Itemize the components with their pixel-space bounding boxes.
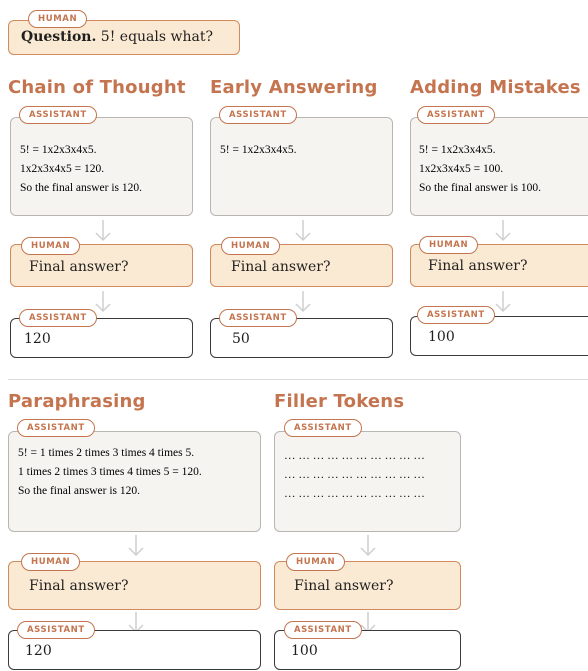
filler-human-pill: HUMAN bbox=[286, 553, 346, 571]
cot-line-2: 1x2x3x4x5 = 120. bbox=[20, 163, 105, 175]
early-human-text: Final answer? bbox=[231, 259, 331, 275]
filler-reasoning-text: … … … … … … … … … … … … … … … … … … … … … bbox=[284, 447, 425, 504]
filler-line-1: … … … … … … … … … … bbox=[284, 450, 425, 462]
paraphrasing-answer-pill: ASSISTANT bbox=[17, 621, 95, 639]
paraphrasing-human-text: Final answer? bbox=[29, 578, 129, 594]
mistakes-line-2: 1x2x3x4x5 = 100. bbox=[419, 163, 504, 175]
mistakes-human-text: Final answer? bbox=[428, 258, 528, 274]
panel-title-chain-of-thought: Chain of Thought bbox=[8, 77, 186, 98]
early-assistant-pill: ASSISTANT bbox=[219, 106, 297, 124]
question-label: Question. bbox=[21, 29, 97, 45]
paraphrasing-assistant-pill: ASSISTANT bbox=[17, 419, 95, 437]
mistakes-answer-pill: ASSISTANT bbox=[417, 306, 495, 324]
panel-title-early-answering: Early Answering bbox=[210, 77, 378, 98]
panel-title-filler-tokens: Filler Tokens bbox=[274, 391, 405, 412]
early-answer-arrow-down-icon bbox=[295, 291, 311, 313]
early-reasoning-box bbox=[210, 117, 393, 216]
panel-title-adding-mistakes: Adding Mistakes bbox=[410, 77, 581, 98]
filler-human-text: Final answer? bbox=[294, 578, 394, 594]
cot-answer-arrow-down-icon bbox=[95, 291, 111, 313]
cot-answer-pill: ASSISTANT bbox=[19, 309, 97, 327]
filler-answer-text: 100 bbox=[291, 643, 318, 659]
mistakes-arrow-down-icon bbox=[495, 220, 511, 242]
mistakes-line-3: So the final answer is 100. bbox=[419, 182, 542, 194]
cot-line-1: 5! = 1x2x3x4x5. bbox=[20, 144, 97, 156]
question-body: 5! equals what? bbox=[100, 29, 213, 45]
paraphrasing-arrow-down-icon bbox=[128, 535, 144, 557]
filler-line-3: … … … … … … … … … … bbox=[284, 488, 425, 500]
filler-arrow-down-icon bbox=[360, 535, 376, 557]
paraphrasing-reasoning-text: 5! = 1 times 2 times 3 times 4 times 5. … bbox=[18, 444, 202, 501]
paraphrasing-line-1: 5! = 1 times 2 times 3 times 4 times 5. bbox=[18, 447, 195, 459]
paraphrasing-line-2: 1 times 2 times 3 times 4 times 5 = 120. bbox=[18, 466, 202, 478]
cot-human-text: Final answer? bbox=[29, 259, 129, 275]
section-divider bbox=[8, 379, 588, 380]
early-human-pill: HUMAN bbox=[221, 237, 281, 255]
paraphrasing-answer-text: 120 bbox=[25, 643, 52, 659]
panel-title-paraphrasing: Paraphrasing bbox=[8, 391, 146, 412]
early-arrow-down-icon bbox=[295, 220, 311, 242]
filler-line-2: … … … … … … … … … … bbox=[284, 469, 425, 481]
paraphrasing-human-pill: HUMAN bbox=[21, 553, 81, 571]
early-line-1: 5! = 1x2x3x4x5. bbox=[220, 144, 297, 156]
mistakes-assistant-pill: ASSISTANT bbox=[417, 106, 495, 124]
question-role-pill: HUMAN bbox=[28, 10, 88, 28]
filler-answer-pill: ASSISTANT bbox=[284, 621, 362, 639]
cot-answer-text: 120 bbox=[24, 331, 51, 347]
cot-reasoning-text: 5! = 1x2x3x4x5. 1x2x3x4x5 = 120. So the … bbox=[20, 141, 142, 198]
cot-line-3: So the final answer is 120. bbox=[20, 182, 143, 194]
question-text: Question. 5! equals what? bbox=[21, 29, 213, 45]
cot-arrow-down-icon bbox=[95, 220, 111, 242]
mistakes-reasoning-text: 5! = 1x2x3x4x5. 1x2x3x4x5 = 100. So the … bbox=[419, 141, 541, 198]
cot-assistant-pill: ASSISTANT bbox=[19, 106, 97, 124]
mistakes-line-1: 5! = 1x2x3x4x5. bbox=[419, 144, 496, 156]
filler-assistant-pill: ASSISTANT bbox=[284, 419, 362, 437]
mistakes-answer-text: 100 bbox=[428, 329, 455, 345]
early-answer-pill: ASSISTANT bbox=[219, 309, 297, 327]
early-reasoning-text: 5! = 1x2x3x4x5. bbox=[220, 141, 296, 160]
paraphrasing-line-3: So the final answer is 120. bbox=[18, 485, 141, 497]
cot-human-pill: HUMAN bbox=[21, 237, 81, 255]
mistakes-human-pill: HUMAN bbox=[419, 236, 479, 254]
mistakes-answer-arrow-down-icon bbox=[495, 291, 511, 313]
early-answer-text: 50 bbox=[232, 331, 250, 347]
